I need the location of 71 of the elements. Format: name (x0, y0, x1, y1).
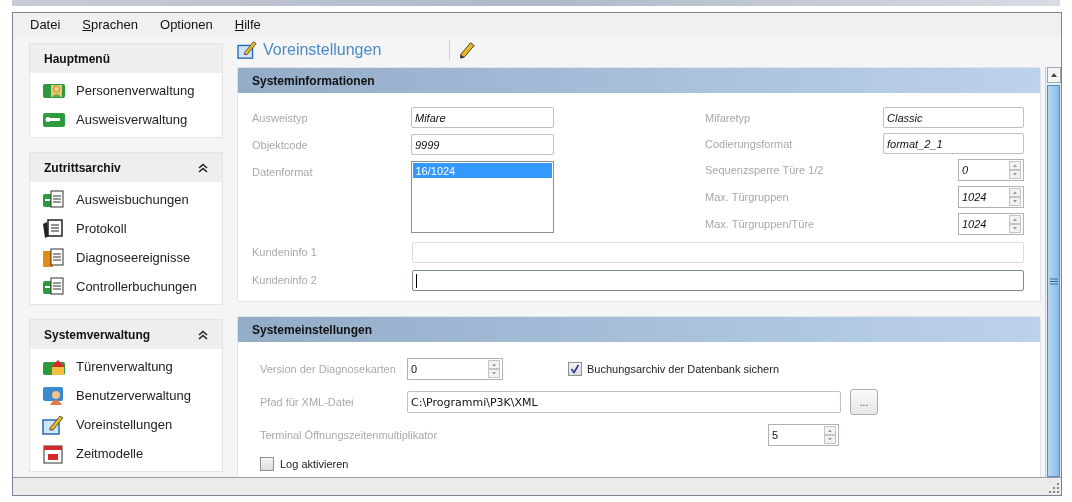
collapse-icon[interactable] (198, 329, 208, 340)
sidebar-item[interactable]: Türenverwaltung (76, 356, 173, 377)
scrollbar[interactable] (1045, 67, 1061, 477)
checkbox-label: Buchungsarchiv der Datenbank sichern (587, 361, 779, 377)
checkbox-label: Log aktivieren (280, 457, 349, 472)
sidebar-item[interactable]: Voreinstellungen (76, 414, 173, 435)
sidebar-item[interactable]: Benutzerverwaltung (76, 385, 191, 406)
panel-title: Zutrittsarchiv (44, 159, 121, 177)
spin-box[interactable]: 5 (768, 424, 839, 446)
field-label: Kundeninfo 2 (252, 273, 318, 289)
menu-item[interactable]: Optionen (160, 15, 213, 35)
field-label: Ausweistyp (252, 111, 309, 126)
field-label: Datenformat (252, 165, 314, 180)
input-field[interactable]: 9999 (411, 134, 554, 155)
pencil-icon[interactable] (458, 41, 476, 59)
sidebar-item[interactable]: Personenverwaltung (76, 80, 195, 101)
input-field[interactable] (411, 270, 1024, 291)
field-label: Codierungsformat (705, 137, 793, 152)
resize-grip-icon[interactable] (1049, 483, 1059, 493)
field-label: Sequenzsperre Türe 1/2 (705, 163, 824, 178)
input-field[interactable]: C:\Programmi\P3K\XML (407, 391, 841, 413)
settings-edit-icon (237, 40, 259, 60)
spin-arrows-icon[interactable] (1009, 215, 1021, 233)
browse-button[interactable]: ... (850, 389, 878, 415)
field-label: Objektcode (252, 138, 309, 153)
sidebar-item[interactable]: Ausweisverwaltung (76, 109, 188, 130)
page-title: Voreinstellungen (263, 40, 383, 60)
clipboard-icon (42, 217, 66, 240)
menu-item[interactable]: Hilfe (234, 15, 261, 35)
checkbox[interactable] (568, 362, 582, 376)
card-list-icon (42, 188, 66, 211)
calendar-icon (42, 442, 66, 465)
sidebar-item[interactable]: Protokoll (76, 218, 127, 239)
menu-item[interactable]: Sprachen (82, 15, 138, 35)
spin-arrows-icon[interactable] (824, 426, 836, 444)
text-cursor (415, 273, 417, 288)
spin-box[interactable]: 0 (407, 358, 503, 380)
menu-item[interactable]: Datei (30, 15, 61, 35)
sidebar-item[interactable]: Diagnoseereignisse (76, 247, 191, 268)
sidebar-item[interactable]: Ausweisbuchungen (76, 189, 189, 210)
spin-arrows-icon[interactable] (1009, 161, 1021, 179)
sidebar-item[interactable]: Zeitmodelle (76, 443, 144, 464)
input-field[interactable]: format_2_1 (883, 133, 1024, 154)
spin-arrows-icon[interactable] (1009, 188, 1021, 206)
field-label: Kundeninfo 1 (252, 245, 318, 261)
section-title: Systemeinstellungen (252, 321, 373, 339)
section-title: Systeminformationen (252, 72, 375, 90)
field-label: Max. Türgruppen (705, 190, 789, 205)
spin-box[interactable]: 0 (958, 159, 1024, 181)
field-label: Mifaretyp (705, 111, 751, 126)
field-label: Version der Diagnosekarten (260, 361, 397, 377)
spin-box[interactable]: 1024 (958, 186, 1024, 208)
scroll-thumb[interactable] (1047, 85, 1060, 477)
scroll-up-icon[interactable] (1046, 67, 1061, 83)
sidebar-item[interactable]: Controllerbuchungen (76, 276, 197, 297)
spin-box[interactable]: 1024 (958, 213, 1024, 235)
field-label: Max. Türgruppen/Türe (705, 217, 815, 232)
card-list-icon (42, 275, 66, 298)
field-label: Terminal Öffnungszeitenmultiplikator (260, 427, 439, 443)
door-list-icon (42, 246, 66, 269)
checkbox[interactable] (260, 457, 274, 472)
panel-title: Hauptmenü (44, 50, 110, 68)
input-field[interactable]: Classic (883, 107, 1024, 128)
spin-arrows-icon[interactable] (488, 360, 500, 378)
field-label: Pfad für XML-Datei (260, 394, 355, 410)
input-field[interactable]: Mifare (411, 107, 554, 128)
user-screen-icon (42, 384, 66, 407)
panel-title: Systemverwaltung (44, 326, 151, 344)
settings-edit-icon (42, 413, 66, 436)
collapse-icon[interactable] (198, 162, 208, 173)
grip-icon (1049, 277, 1058, 285)
